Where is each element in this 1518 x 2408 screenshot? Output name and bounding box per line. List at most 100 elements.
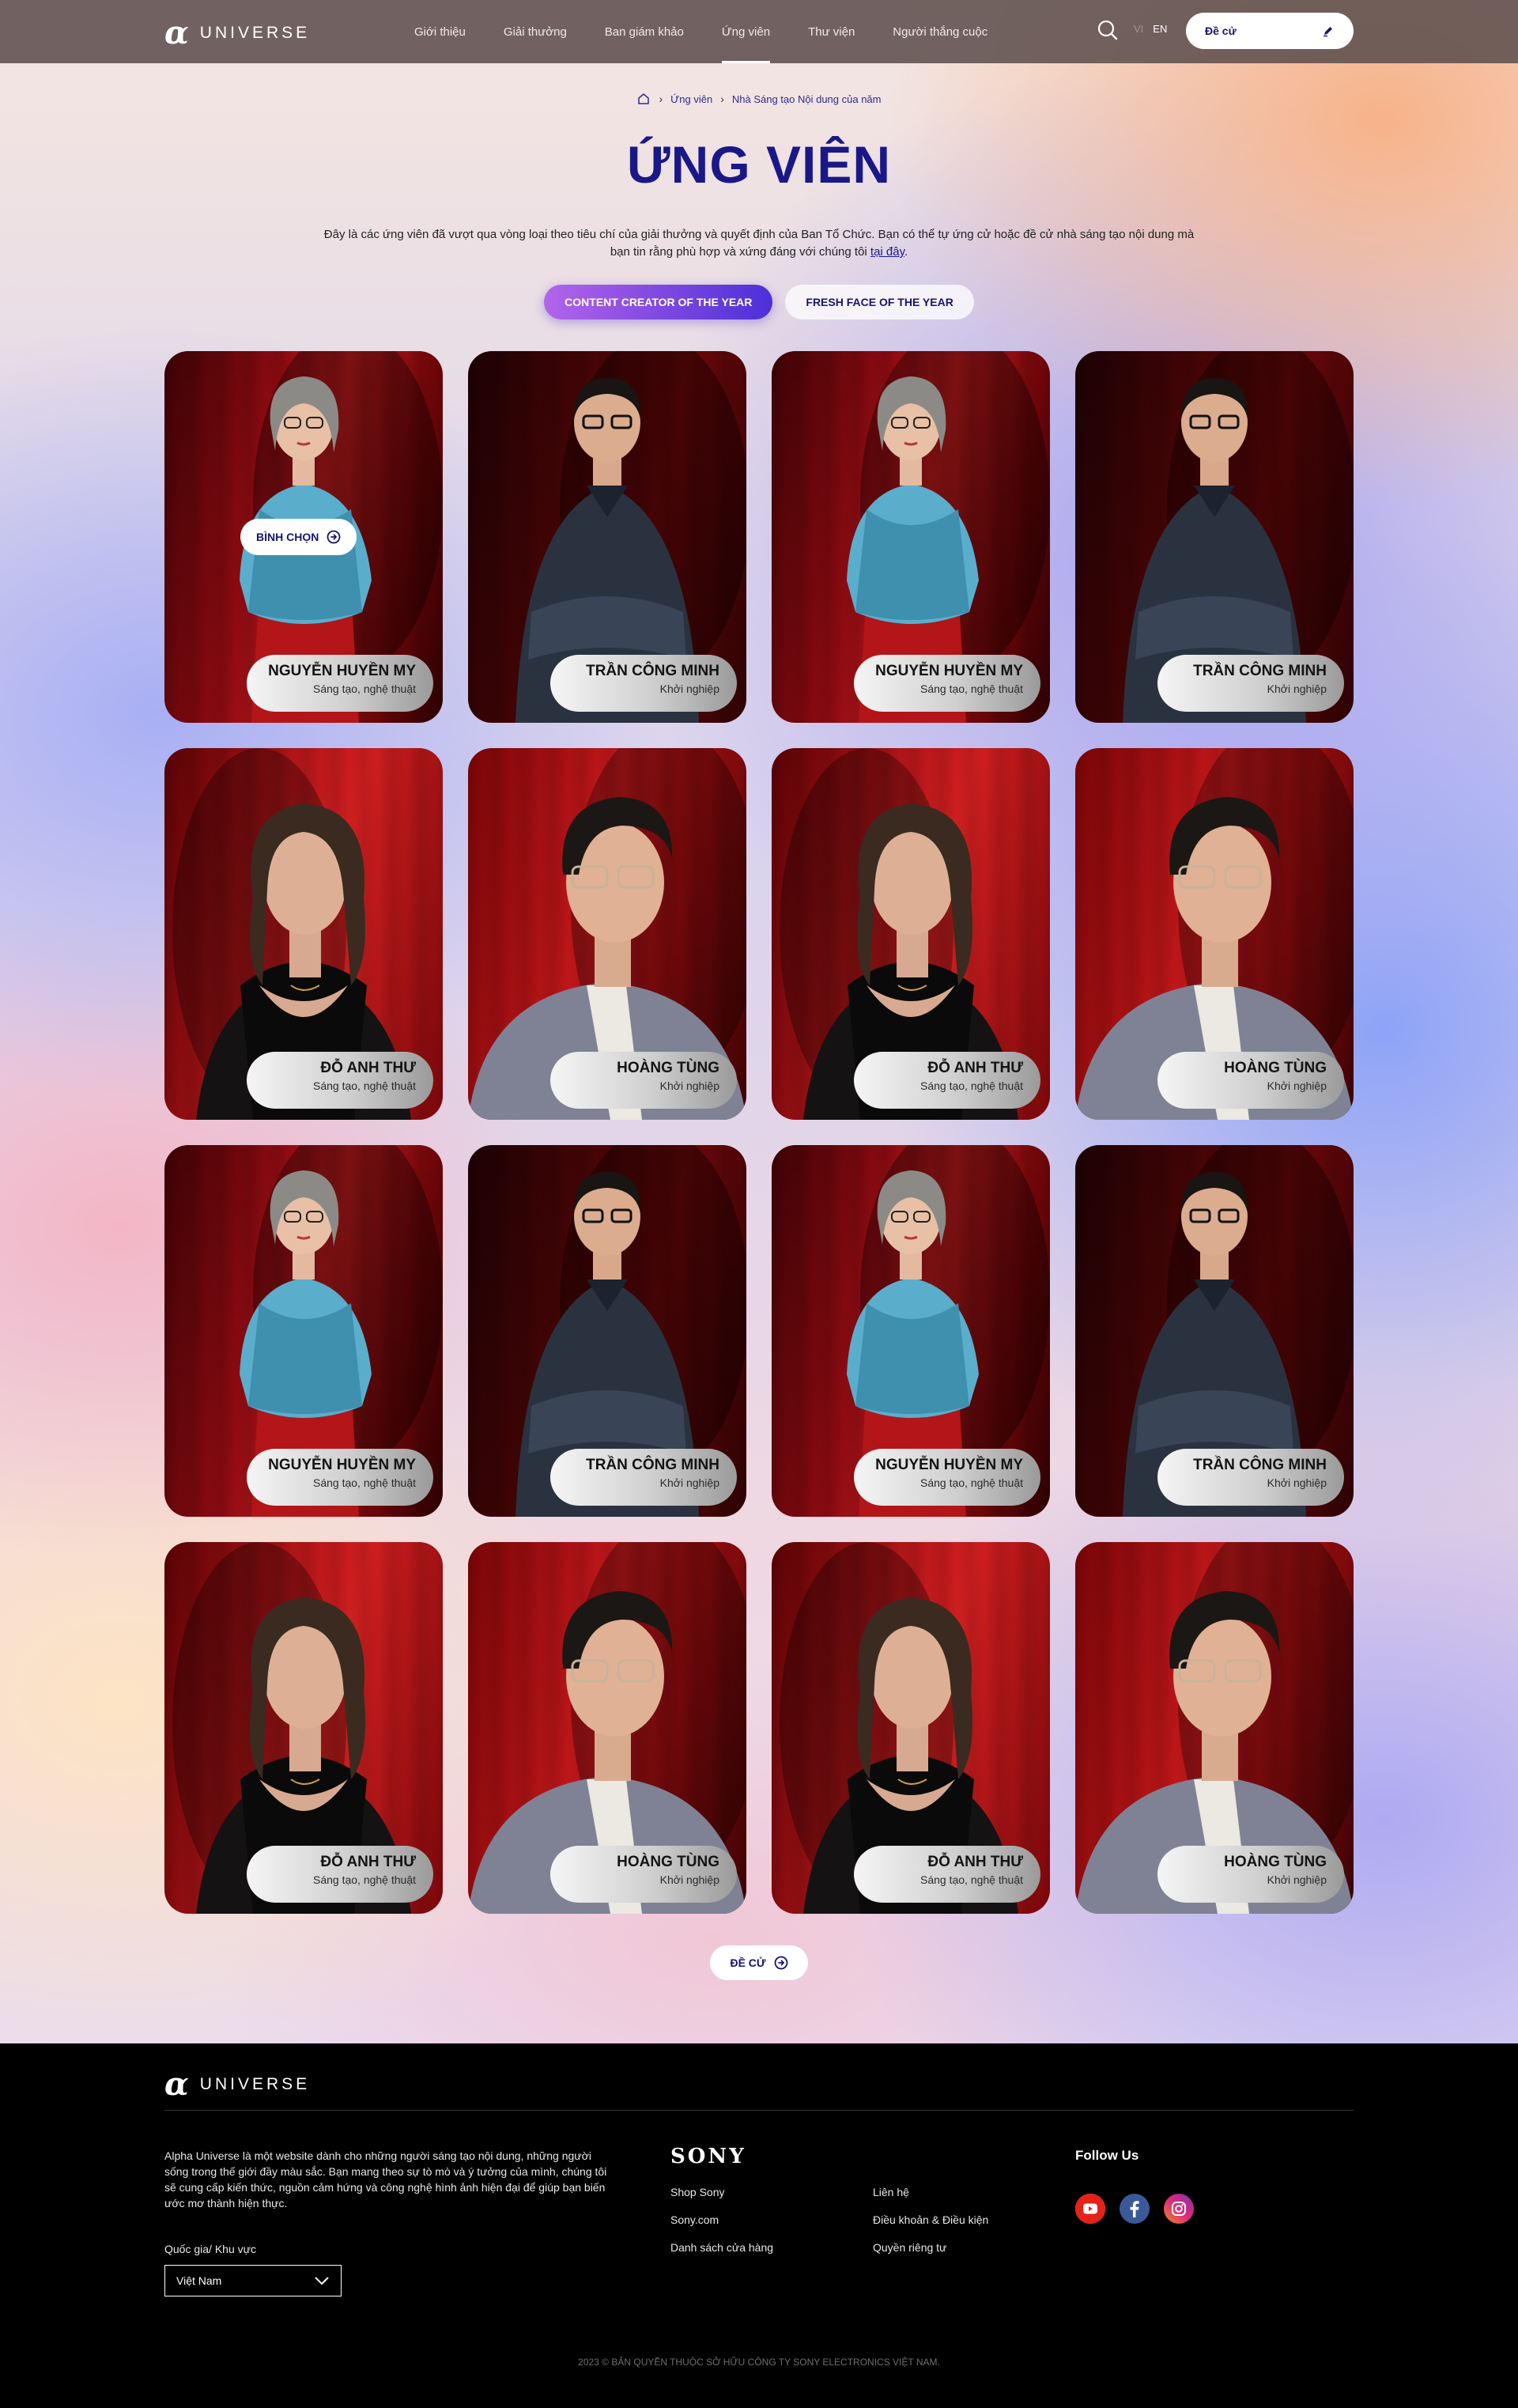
footer-links-col1: Shop Sony Sony.com Danh sách cửa hàng bbox=[670, 2186, 773, 2254]
candidate-role: Sáng tạo, nghệ thuật bbox=[313, 1079, 416, 1092]
candidate-role: Khởi nghiệp bbox=[1267, 1476, 1327, 1489]
candidate-card[interactable]: TRẦN CÔNG MINH Khởi nghiệp bbox=[468, 351, 746, 723]
candidate-card[interactable]: NGUYỄN HUYỀN MY Sáng tạo, nghệ thuật bbox=[772, 351, 1050, 723]
arrow-circle-icon bbox=[327, 530, 341, 544]
candidate-name-pill: NGUYỄN HUYỀN MY Sáng tạo, nghệ thuật bbox=[247, 1449, 433, 1506]
sony-logo[interactable]: SONY bbox=[670, 2145, 746, 2168]
candidate-name: HOÀNG TÙNG bbox=[1224, 1060, 1327, 1076]
country-value: Việt Nam bbox=[176, 2274, 222, 2287]
nav-item-gioi-thieu[interactable]: Giới thiệu bbox=[395, 0, 485, 63]
facebook-icon[interactable] bbox=[1120, 2194, 1150, 2224]
candidate-role: Khởi nghiệp bbox=[1267, 682, 1327, 695]
site-logo[interactable]: α UNIVERSE bbox=[164, 17, 310, 49]
page-title: ỨNG VIÊN bbox=[626, 135, 892, 194]
breadcrumb-current: Nhà Sáng tạo Nội dung của năm bbox=[731, 93, 882, 105]
search-icon[interactable] bbox=[1096, 18, 1120, 42]
nav-item-giai-thuong[interactable]: Giải thưởng bbox=[485, 0, 586, 63]
intro-end: . bbox=[904, 245, 908, 259]
candidate-name: ĐỖ ANH THƯ bbox=[320, 1854, 416, 1870]
candidate-role: Sáng tạo, nghệ thuật bbox=[313, 1873, 416, 1886]
candidate-role: Sáng tạo, nghệ thuật bbox=[920, 1873, 1023, 1886]
candidate-role: Sáng tạo, nghệ thuật bbox=[313, 1476, 416, 1489]
candidate-name: NGUYỄN HUYỀN MY bbox=[875, 663, 1023, 679]
candidate-card[interactable]: NGUYỄN HUYỀN MY Sáng tạo, nghệ thuật bbox=[772, 1145, 1050, 1517]
candidate-name: ĐỖ ANH THƯ bbox=[320, 1060, 416, 1076]
footer-link[interactable]: Sony.com bbox=[670, 2213, 773, 2226]
nominate-button-label: ĐỀ CỬ bbox=[730, 1956, 766, 1969]
candidate-role: Khởi nghiệp bbox=[659, 1476, 719, 1489]
footer-link[interactable]: Quyền riêng tư bbox=[873, 2241, 988, 2254]
candidate-card[interactable]: ĐỖ ANH THƯ Sáng tạo, nghệ thuật bbox=[772, 1542, 1050, 1914]
candidate-grid: NGUYỄN HUYỀN MY Sáng tạo, nghệ thuật BÌN… bbox=[164, 351, 1354, 1914]
home-icon[interactable] bbox=[636, 92, 651, 106]
candidate-card[interactable]: TRẦN CÔNG MINH Khởi nghiệp bbox=[468, 1145, 746, 1517]
candidate-card[interactable]: TRẦN CÔNG MINH Khởi nghiệp bbox=[1075, 351, 1354, 723]
candidate-name-pill: TRẦN CÔNG MINH Khởi nghiệp bbox=[1157, 655, 1344, 712]
candidate-card[interactable]: ĐỖ ANH THƯ Sáng tạo, nghệ thuật bbox=[772, 748, 1050, 1120]
footer-link[interactable]: Liên hệ bbox=[873, 2186, 988, 2198]
candidate-card[interactable]: HOÀNG TÙNG Khởi nghiệp bbox=[1075, 748, 1354, 1120]
candidate-name: ĐỖ ANH THƯ bbox=[927, 1854, 1023, 1870]
footer-logo[interactable]: α UNIVERSE bbox=[164, 2069, 310, 2100]
candidate-name-pill: HOÀNG TÙNG Khởi nghiệp bbox=[1157, 1052, 1344, 1109]
breadcrumb-candidates[interactable]: Ứng viên bbox=[670, 93, 712, 105]
candidate-name-pill: TRẦN CÔNG MINH Khởi nghiệp bbox=[550, 1449, 737, 1506]
nav-item-ung-vien[interactable]: Ứng viên bbox=[703, 0, 789, 63]
candidate-role: Sáng tạo, nghệ thuật bbox=[313, 682, 416, 695]
country-select[interactable]: Việt Nam bbox=[164, 2265, 342, 2296]
vote-button[interactable]: BÌNH CHỌN bbox=[240, 519, 357, 555]
tab-content-creator[interactable]: CONTENT CREATOR OF THE YEAR bbox=[544, 285, 773, 319]
candidate-role: Sáng tạo, nghệ thuật bbox=[920, 682, 1023, 695]
candidate-name: ĐỖ ANH THƯ bbox=[927, 1060, 1023, 1076]
follow-us-label: Follow Us bbox=[1075, 2148, 1139, 2163]
candidate-name: NGUYỄN HUYỀN MY bbox=[268, 663, 416, 679]
lang-en[interactable]: EN bbox=[1153, 23, 1167, 35]
candidate-name: TRẦN CÔNG MINH bbox=[586, 1457, 719, 1473]
header-nominate-button[interactable]: Đề cử bbox=[1186, 13, 1354, 49]
footer-link[interactable]: Điều khoản & Điều kiện bbox=[873, 2213, 988, 2226]
candidate-name-pill: TRẦN CÔNG MINH Khởi nghiệp bbox=[550, 655, 737, 712]
candidate-card[interactable]: ĐỖ ANH THƯ Sáng tạo, nghệ thuật bbox=[164, 1542, 443, 1914]
country-label: Quốc gia/ Khu vực bbox=[164, 2243, 256, 2255]
footer: α UNIVERSE Alpha Universe là một website… bbox=[0, 2043, 1518, 2408]
header-nominate-label: Đề cử bbox=[1205, 25, 1237, 37]
candidate-name: HOÀNG TÙNG bbox=[617, 1854, 719, 1870]
candidate-name-pill: ĐỖ ANH THƯ Sáng tạo, nghệ thuật bbox=[854, 1846, 1040, 1903]
nominate-button[interactable]: ĐỀ CỬ bbox=[710, 1945, 808, 1980]
intro-text: Đây là các ứng viên đã vượt qua vòng loạ… bbox=[316, 226, 1202, 261]
candidate-card[interactable]: NGUYỄN HUYỀN MY Sáng tạo, nghệ thuật bbox=[164, 1145, 443, 1517]
candidate-card[interactable]: TRẦN CÔNG MINH Khởi nghiệp bbox=[1075, 1145, 1354, 1517]
candidate-name: HOÀNG TÙNG bbox=[1224, 1854, 1327, 1870]
candidate-card[interactable]: NGUYỄN HUYỀN MY Sáng tạo, nghệ thuật BÌN… bbox=[164, 351, 443, 723]
instagram-icon[interactable] bbox=[1164, 2194, 1194, 2224]
nav-item-ban-giam-khao[interactable]: Ban giám khảo bbox=[586, 0, 703, 63]
footer-link[interactable]: Danh sách cửa hàng bbox=[670, 2241, 773, 2254]
candidate-card[interactable]: ĐỖ ANH THƯ Sáng tạo, nghệ thuật bbox=[164, 748, 443, 1120]
candidate-role: Khởi nghiệp bbox=[659, 1079, 719, 1092]
candidate-name-pill: NGUYỄN HUYỀN MY Sáng tạo, nghệ thuật bbox=[854, 1449, 1040, 1506]
candidate-name: TRẦN CÔNG MINH bbox=[1193, 1457, 1327, 1473]
footer-links-col2: Liên hệ Điều khoản & Điều kiện Quyền riê… bbox=[873, 2186, 988, 2254]
candidate-card[interactable]: HOÀNG TÙNG Khởi nghiệp bbox=[1075, 1542, 1354, 1914]
candidate-name-pill: HOÀNG TÙNG Khởi nghiệp bbox=[550, 1846, 737, 1903]
candidate-name-pill: ĐỖ ANH THƯ Sáng tạo, nghệ thuật bbox=[247, 1052, 433, 1109]
candidate-card[interactable]: HOÀNG TÙNG Khởi nghiệp bbox=[468, 748, 746, 1120]
candidate-name-pill: TRẦN CÔNG MINH Khởi nghiệp bbox=[1157, 1449, 1344, 1506]
nav-item-thu-vien[interactable]: Thư viện bbox=[789, 0, 874, 63]
tab-fresh-face[interactable]: FRESH FACE OF THE YEAR bbox=[785, 285, 974, 319]
youtube-icon[interactable] bbox=[1075, 2194, 1105, 2224]
nav-item-nguoi-thang-cuoc[interactable]: Người thắng cuộc bbox=[874, 0, 1006, 63]
candidate-name: TRẦN CÔNG MINH bbox=[586, 663, 719, 679]
main-nav: Giới thiệu Giải thưởng Ban giám khảo Ứng… bbox=[395, 0, 1006, 63]
candidate-name: NGUYỄN HUYỀN MY bbox=[875, 1457, 1023, 1473]
alpha-logo-mark: α bbox=[164, 14, 189, 51]
footer-link[interactable]: Shop Sony bbox=[670, 2186, 773, 2198]
candidate-role: Sáng tạo, nghệ thuật bbox=[920, 1079, 1023, 1092]
candidate-role: Khởi nghiệp bbox=[659, 1873, 719, 1886]
intro-link[interactable]: tại đây bbox=[870, 245, 904, 259]
candidate-card[interactable]: HOÀNG TÙNG Khởi nghiệp bbox=[468, 1542, 746, 1914]
lang-vi[interactable]: VI bbox=[1134, 23, 1143, 35]
candidate-name-pill: HOÀNG TÙNG Khởi nghiệp bbox=[550, 1052, 737, 1109]
candidate-name: TRẦN CÔNG MINH bbox=[1193, 663, 1327, 679]
arrow-circle-icon bbox=[774, 1956, 787, 1970]
